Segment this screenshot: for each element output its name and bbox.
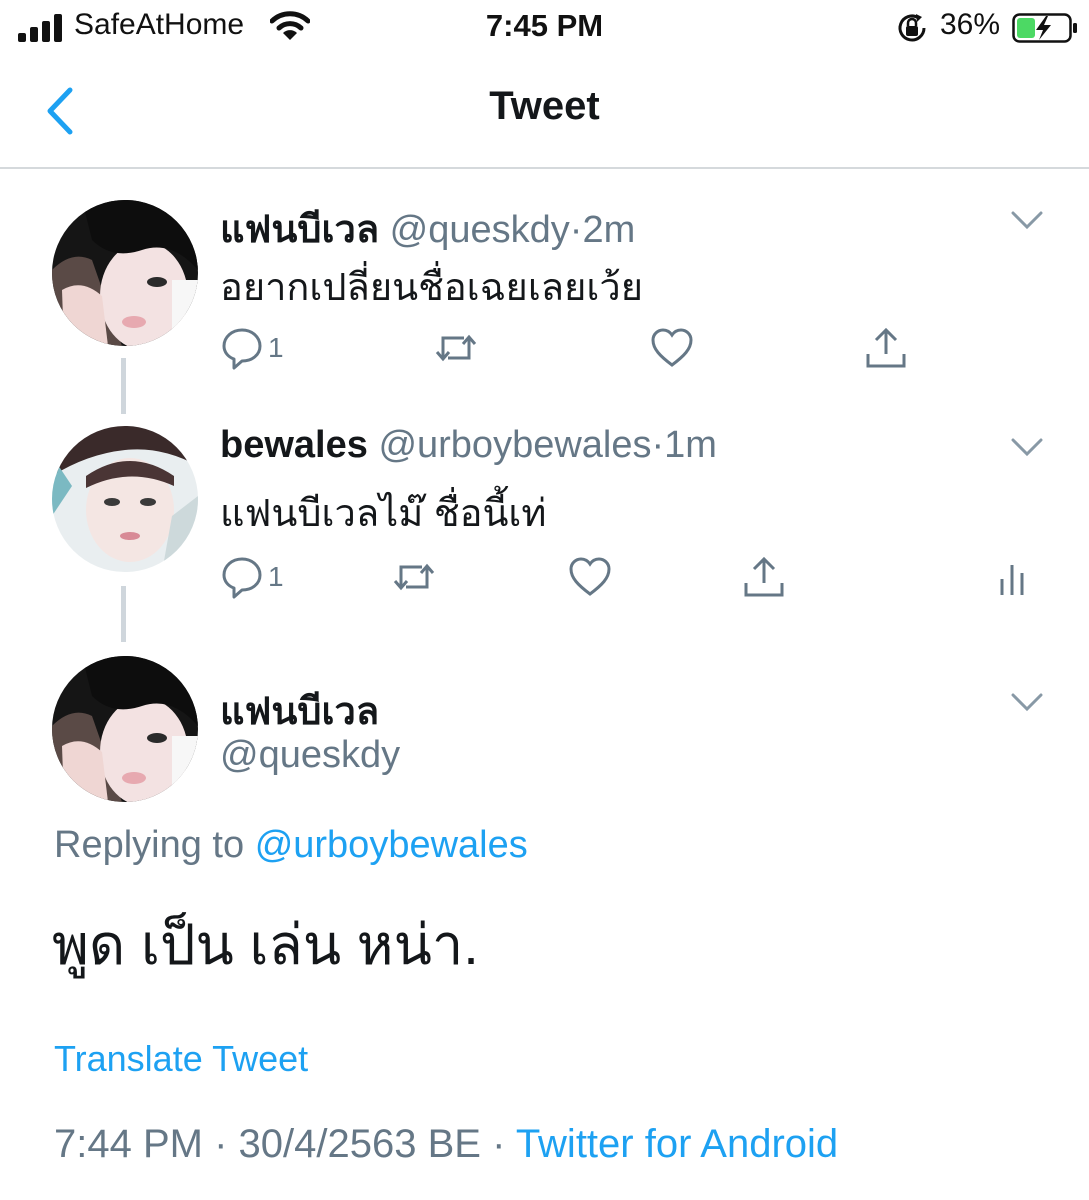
- reply-count: 1: [268, 561, 284, 592]
- separator-dot: ·: [214, 1122, 228, 1166]
- chevron-down-icon[interactable]: [1010, 210, 1044, 230]
- reply-button[interactable]: 1: [220, 325, 284, 371]
- separator-dot: ·: [569, 209, 583, 251]
- avatar[interactable]: [52, 656, 198, 802]
- display-name[interactable]: bewales: [220, 424, 368, 466]
- status-bar: SafeAtHome 7:45 PM 36%: [0, 0, 1089, 56]
- avatar[interactable]: [52, 426, 198, 572]
- thread-connector: [121, 358, 126, 414]
- replying-to: Replying to @urboybewales: [54, 824, 528, 867]
- retweet-button[interactable]: [434, 325, 478, 371]
- main-tweet-text: พูด เป็น เล่น หน่า.: [52, 913, 479, 976]
- tweet-source-link[interactable]: Twitter for Android: [516, 1122, 838, 1166]
- thread-connector: [121, 586, 126, 642]
- replying-handle-link[interactable]: @urboybewales: [255, 824, 528, 866]
- heart-icon: [651, 328, 693, 367]
- tweet-header: แฟนบีเวล @queskdy·2m: [220, 198, 635, 259]
- analytics-icon: [1000, 565, 1024, 595]
- page-title: Tweet: [489, 84, 600, 128]
- retweet-button[interactable]: [392, 554, 436, 600]
- reply-count: 1: [268, 332, 284, 363]
- tweet-text: แฟนบีเวลไม๊ ชื่อนี้เท่: [220, 493, 547, 535]
- tweet-text: อยากเปลี่ยนชื่อเฉยเลยเว้ย: [220, 267, 643, 309]
- nav-divider: [0, 167, 1089, 169]
- heart-icon: [569, 557, 611, 596]
- translate-tweet-link[interactable]: Translate Tweet: [54, 1038, 308, 1080]
- tweet-date: 30/4/2563 BE: [238, 1122, 481, 1166]
- analytics-button[interactable]: [994, 554, 1038, 600]
- tweet-header: bewales @urboybewales·1m: [220, 424, 717, 467]
- tweet-time: 1m: [664, 424, 717, 466]
- retweet-icon: [393, 563, 435, 591]
- tweet-timestamp: 7:44 PM: [54, 1122, 203, 1166]
- user-handle[interactable]: @urboybewales: [378, 424, 651, 466]
- separator-dot: ·: [651, 424, 665, 466]
- chevron-down-icon[interactable]: [1010, 692, 1044, 712]
- share-button[interactable]: [864, 325, 908, 371]
- like-button[interactable]: [650, 325, 694, 371]
- reply-button[interactable]: 1: [220, 554, 284, 600]
- separator-dot: ·: [492, 1122, 506, 1166]
- chevron-down-icon[interactable]: [1010, 437, 1044, 457]
- display-name[interactable]: แฟนบีเวล: [220, 209, 379, 251]
- retweet-icon: [435, 334, 477, 362]
- replying-prefix: Replying to: [54, 824, 245, 866]
- user-handle[interactable]: @queskdy: [390, 209, 570, 251]
- reply-icon: [222, 328, 262, 370]
- reply-icon: [222, 557, 262, 599]
- like-button[interactable]: [568, 554, 612, 600]
- share-icon: [866, 327, 906, 368]
- user-handle[interactable]: @queskdy: [220, 734, 400, 777]
- orientation-lock-icon: [898, 14, 926, 42]
- share-button[interactable]: [742, 554, 786, 600]
- share-icon: [744, 556, 784, 597]
- avatar[interactable]: [52, 200, 198, 346]
- battery-percent: 36%: [940, 8, 1001, 41]
- display-name[interactable]: แฟนบีเวล: [220, 680, 379, 741]
- battery-charging-icon: [1012, 13, 1077, 43]
- tweet-time: 2m: [582, 209, 636, 251]
- tweet-meta: 7:44 PM · 30/4/2563 BE · Twitter for And…: [54, 1122, 838, 1167]
